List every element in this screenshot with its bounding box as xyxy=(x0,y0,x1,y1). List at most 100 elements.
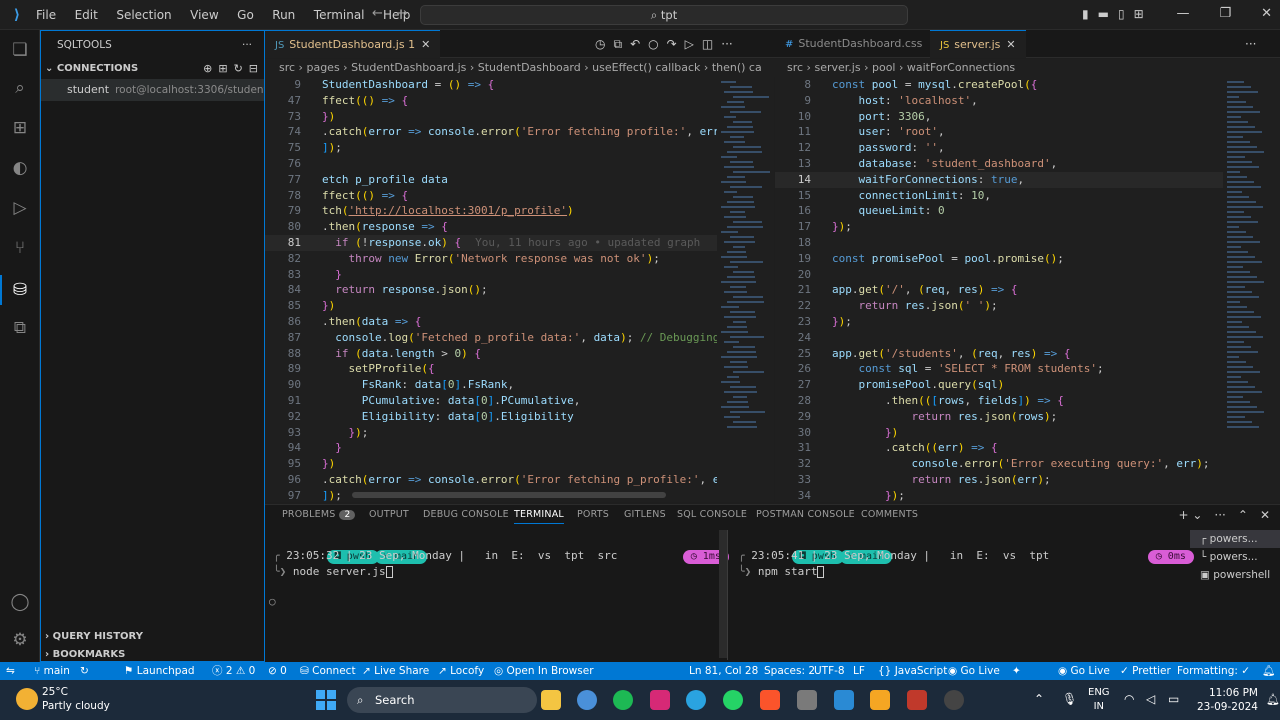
tray-overflow-icon[interactable]: ⌃ xyxy=(1034,692,1044,706)
crumb-file[interactable]: StudentDashboard.js xyxy=(351,61,466,74)
wifi-icon[interactable]: ◠ xyxy=(1124,692,1134,706)
search-icon[interactable]: ⌕ xyxy=(8,76,32,100)
terminal-2[interactable]: ◘ pwsh ⑂ main ◷ 0ms ╭ 23:05:41 | 23 Sep, … xyxy=(738,530,1194,660)
tab-server-js[interactable]: JS server.js ✕ xyxy=(930,30,1026,58)
code-line[interactable]: 96 .catch(error => console.error('Error f… xyxy=(265,472,717,488)
crumb-then[interactable]: then() ca xyxy=(712,61,762,74)
explorer-icon[interactable]: ❏ xyxy=(8,38,32,62)
code-line[interactable]: 81 if (!response.ok) {You, 11 hours ago … xyxy=(265,235,717,251)
notification-center-icon[interactable]: 🔔︎ xyxy=(1266,693,1280,707)
ports-status[interactable]: ⊘ 0 xyxy=(268,662,287,680)
end-of-line[interactable]: LF xyxy=(853,662,865,680)
terminal-scrollbar[interactable] xyxy=(719,530,727,658)
more-actions-icon[interactable]: ··· xyxy=(242,31,252,59)
problems-status[interactable]: ⓧ 2 ⚠ 0 xyxy=(212,662,255,680)
code-line[interactable]: 18 xyxy=(775,235,832,251)
language-indicator[interactable]: ENG IN xyxy=(1088,686,1110,714)
more-actions-icon[interactable]: ··· xyxy=(1245,37,1256,51)
crumb-pages[interactable]: pages xyxy=(306,61,339,74)
app-icon[interactable] xyxy=(797,690,817,710)
brave-browser-icon[interactable] xyxy=(760,690,780,710)
connect-status[interactable]: ⛁ Connect xyxy=(300,662,356,680)
cursor-position[interactable]: Ln 81, Col 28 xyxy=(689,662,758,680)
code-line[interactable]: 31 .catch((err) => { xyxy=(775,440,998,456)
connection-item-student[interactable]: student root@localhost:3306/student_d... xyxy=(41,79,264,101)
forward-arrow-icon[interactable]: → xyxy=(397,6,408,21)
crumb-component[interactable]: StudentDashboard xyxy=(478,61,581,74)
left-minimap[interactable] xyxy=(717,77,774,502)
tab-ports[interactable]: PORTS xyxy=(577,509,609,520)
code-line[interactable]: 47 ffect(() => { xyxy=(265,93,408,109)
code-line[interactable]: 82 throw new Error('Network response was… xyxy=(265,251,660,267)
new-sql-file-icon[interactable]: ⊞ xyxy=(218,62,227,75)
extensions-icon[interactable]: ⊞ xyxy=(8,116,32,140)
code-line[interactable]: 73}) xyxy=(265,109,336,125)
code-line[interactable]: 97]); xyxy=(265,488,342,502)
code-line[interactable]: 11 user: 'root', xyxy=(775,124,945,140)
tab-studentdashboard-css[interactable]: # StudentDashboard.css xyxy=(775,30,932,58)
add-connection-icon[interactable]: ⊕ xyxy=(203,62,212,75)
query-history-section[interactable]: › QUERY HISTORY xyxy=(41,627,264,647)
go-forward-icon[interactable]: ↷ xyxy=(667,37,677,51)
code-line[interactable]: 79 tch('http://localhost:3001/p_profile') xyxy=(265,203,574,219)
tab-gitlens[interactable]: GITLENS xyxy=(624,509,666,520)
settings-app-icon[interactable] xyxy=(577,690,597,710)
go-live-1[interactable]: ◉ Go Live xyxy=(948,662,1000,680)
windows-start-icon[interactable] xyxy=(316,690,336,710)
remote-explorer-icon[interactable]: ⧉ xyxy=(8,316,32,340)
menu-file[interactable]: File xyxy=(36,8,56,22)
menu-terminal[interactable]: Terminal xyxy=(314,8,365,22)
code-line[interactable]: 87 console.log('Fetched p_profile data:'… xyxy=(265,330,717,346)
whatsapp-icon[interactable] xyxy=(723,690,743,710)
terminal-split-divider[interactable] xyxy=(727,530,728,660)
code-line[interactable]: 90 FsRank: data[0].FsRank, xyxy=(265,377,514,393)
taskbar-search[interactable]: ⌕ Search xyxy=(347,687,537,713)
app-icon-2[interactable] xyxy=(907,690,927,710)
code-line[interactable]: 30 }) xyxy=(775,425,898,441)
formatting[interactable]: Formatting: ✓ xyxy=(1177,662,1250,680)
file-explorer-icon[interactable] xyxy=(541,690,561,710)
instagram-icon[interactable] xyxy=(650,690,670,710)
prettier[interactable]: ✓ Prettier xyxy=(1120,662,1171,680)
new-terminal-icon[interactable]: + ⌄ xyxy=(1178,508,1202,522)
code-line[interactable]: 92 Eligibility: data[0].Eligibility xyxy=(265,409,574,425)
code-line[interactable]: 33 return res.json(err); xyxy=(775,472,1051,488)
go-back-icon[interactable]: ↶ xyxy=(630,37,640,51)
timeline-icon[interactable]: ◷ xyxy=(595,37,605,51)
circle-icon[interactable]: ○ xyxy=(648,37,658,51)
tab-sql-console[interactable]: SQL CONSOLE xyxy=(677,509,747,520)
connections-section[interactable]: ⌄ CONNECTIONS ⊕ ⊞ ↻ ⊟ xyxy=(41,59,264,79)
horizontal-scrollbar[interactable] xyxy=(352,492,666,498)
encoding[interactable]: UTF-8 xyxy=(814,662,845,680)
tab-studentdashboard-js[interactable]: JS StudentDashboard.js 1 ✕ xyxy=(265,30,441,58)
code-line[interactable]: 22 return res.json(' '); xyxy=(775,298,998,314)
code-line[interactable]: 17}); xyxy=(775,219,852,235)
terminal-1[interactable]: ◘ pwsh ⑂ main ◷ 1ms ╭ 23:05:32 | 23 Sep, … xyxy=(269,530,729,660)
maximize-panel-icon[interactable]: ⌃ xyxy=(1238,508,1248,522)
code-line[interactable]: 34 }); xyxy=(775,488,905,502)
code-line[interactable]: 20 xyxy=(775,267,832,283)
code-line[interactable]: 15 connectionLimit: 10, xyxy=(775,188,991,204)
code-line[interactable]: 25 app.get('/students', (req, res) => { xyxy=(775,346,1071,362)
close-tab-icon[interactable]: ✕ xyxy=(421,38,430,51)
code-line[interactable]: 21 app.get('/', (req, res) => { xyxy=(775,282,1018,298)
code-line[interactable]: 14 waitForConnections: true, xyxy=(775,171,1223,188)
microphone-icon[interactable]: 🎙︎ xyxy=(1062,692,1077,706)
code-line[interactable]: 77 etch p_profile data xyxy=(265,172,448,188)
code-line[interactable]: 84 return response.json(); xyxy=(265,282,488,298)
tab-terminal[interactable]: TERMINAL xyxy=(514,509,564,524)
account-icon[interactable]: ◯ xyxy=(8,590,32,614)
code-line[interactable]: 27 promisePool.query(sql) xyxy=(775,377,1004,393)
tab-debug-console[interactable]: DEBUG CONSOLE xyxy=(423,509,509,520)
git-branch[interactable]: ⑂ main xyxy=(34,662,70,680)
command-center-search[interactable]: ⌕ tpt xyxy=(420,5,908,25)
run-debug-icon[interactable]: ▷ xyxy=(8,196,32,220)
code-line[interactable]: 16 queueLimit: 0 xyxy=(775,203,945,219)
locofy[interactable]: ↗ Locofy xyxy=(438,662,484,680)
compare-icon[interactable]: ⧉ xyxy=(613,37,622,51)
terminal-list-item[interactable]: ┌ powers... xyxy=(1190,530,1280,548)
remote-indicator-icon[interactable]: ⇋ xyxy=(6,662,15,680)
spotify-icon[interactable] xyxy=(613,690,633,710)
menu-go[interactable]: Go xyxy=(237,8,254,22)
crumb-src[interactable]: src xyxy=(787,61,803,74)
